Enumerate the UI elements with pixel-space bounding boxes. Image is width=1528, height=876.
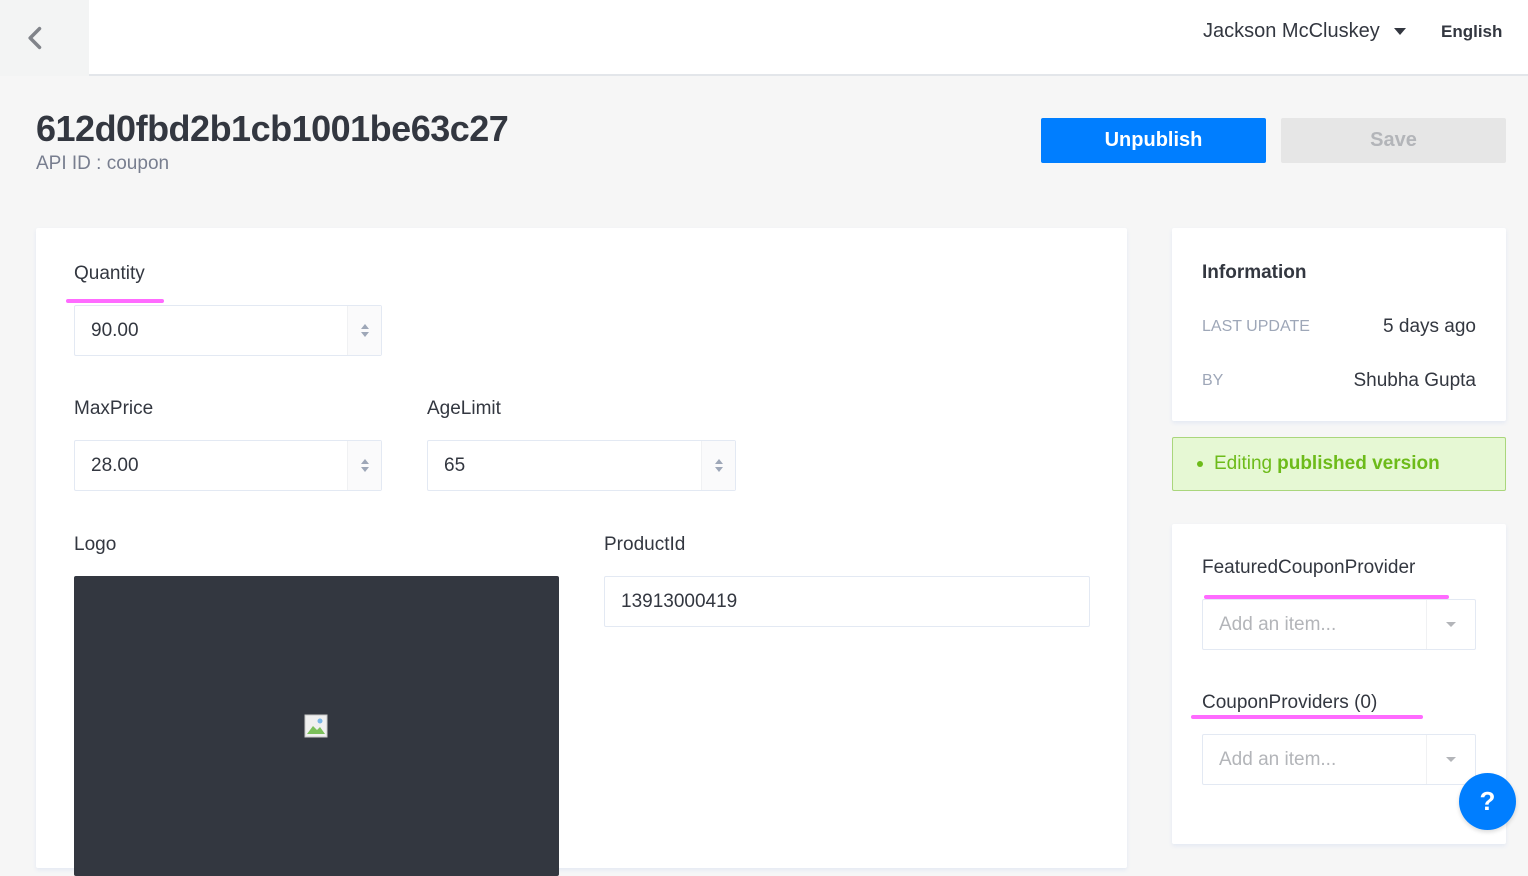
stepper-down-icon[interactable] — [360, 467, 369, 472]
age-limit-input[interactable]: 65 — [427, 440, 736, 491]
top-bar: Jackson McCluskey English — [0, 0, 1528, 76]
quantity-stepper[interactable] — [347, 306, 381, 355]
page-title: 612d0fbd2b1cb1001be63c27 — [36, 108, 509, 149]
dropdown-toggle[interactable] — [1426, 600, 1475, 649]
stepper-down-icon[interactable] — [360, 332, 369, 337]
stepper-up-icon[interactable] — [360, 459, 369, 464]
dropdown-toggle[interactable] — [1426, 735, 1475, 784]
broken-image-icon — [304, 714, 328, 738]
by-key: BY — [1202, 372, 1224, 389]
last-update-value: 5 days ago — [1383, 316, 1476, 337]
chevron-left-icon — [27, 26, 41, 50]
relations-card: FeaturedCouponProvider Add an item... Co… — [1172, 524, 1506, 844]
stepper-up-icon[interactable] — [360, 324, 369, 329]
coupon-providers-label: CouponProviders (0) — [1202, 692, 1378, 713]
max-price-value: 28.00 — [91, 454, 139, 476]
max-price-stepper[interactable] — [347, 441, 381, 490]
by-value: Shubha Gupta — [1353, 370, 1476, 391]
last-update-key: LAST UPDATE — [1202, 318, 1310, 335]
edit-form-card: Quantity 90.00 MaxPrice 28.00 AgeLimit 6… — [36, 228, 1127, 876]
back-button[interactable] — [0, 0, 89, 76]
user-name: Jackson McCluskey — [1203, 19, 1380, 42]
status-dot-icon — [1197, 461, 1203, 467]
caret-down-icon — [1446, 757, 1456, 762]
help-button[interactable]: ? — [1459, 773, 1516, 830]
language-selector[interactable]: English — [1441, 22, 1502, 42]
coupon-providers-select[interactable]: Add an item... — [1202, 734, 1476, 785]
max-price-input[interactable]: 28.00 — [74, 440, 382, 491]
providers-placeholder: Add an item... — [1219, 748, 1337, 770]
information-card: Information LAST UPDATE 5 days ago BY Sh… — [1172, 228, 1506, 421]
api-id-label: API ID : coupon — [36, 153, 170, 174]
featured-coupon-provider-label: FeaturedCouponProvider — [1202, 557, 1416, 578]
logo-upload[interactable] — [74, 576, 559, 876]
unpublish-button[interactable]: Unpublish — [1041, 118, 1266, 163]
editing-status-banner: Editing published version — [1172, 437, 1506, 491]
featured-coupon-provider-select[interactable]: Add an item... — [1202, 599, 1476, 650]
information-title: Information — [1202, 262, 1307, 283]
age-limit-stepper[interactable] — [701, 441, 735, 490]
age-limit-label: AgeLimit — [427, 398, 501, 419]
logo-label: Logo — [74, 534, 117, 555]
highlight-underline — [66, 299, 164, 303]
stepper-down-icon[interactable] — [714, 467, 723, 472]
status-bold: published version — [1277, 453, 1440, 474]
quantity-input[interactable]: 90.00 — [74, 305, 382, 356]
quantity-label: Quantity — [74, 263, 145, 284]
status-prefix: Editing — [1214, 453, 1273, 474]
user-menu[interactable]: Jackson McCluskey — [1203, 18, 1406, 44]
highlight-underline — [1191, 715, 1423, 719]
max-price-label: MaxPrice — [74, 398, 154, 419]
product-id-label: ProductId — [604, 534, 686, 555]
product-id-input[interactable]: 13913000419 — [604, 576, 1090, 627]
caret-down-icon — [1393, 27, 1406, 35]
stepper-up-icon[interactable] — [714, 459, 723, 464]
caret-down-icon — [1446, 622, 1456, 627]
quantity-value: 90.00 — [91, 319, 139, 341]
save-button[interactable]: Save — [1281, 118, 1506, 163]
age-limit-value: 65 — [444, 454, 466, 476]
featured-placeholder: Add an item... — [1219, 613, 1337, 635]
